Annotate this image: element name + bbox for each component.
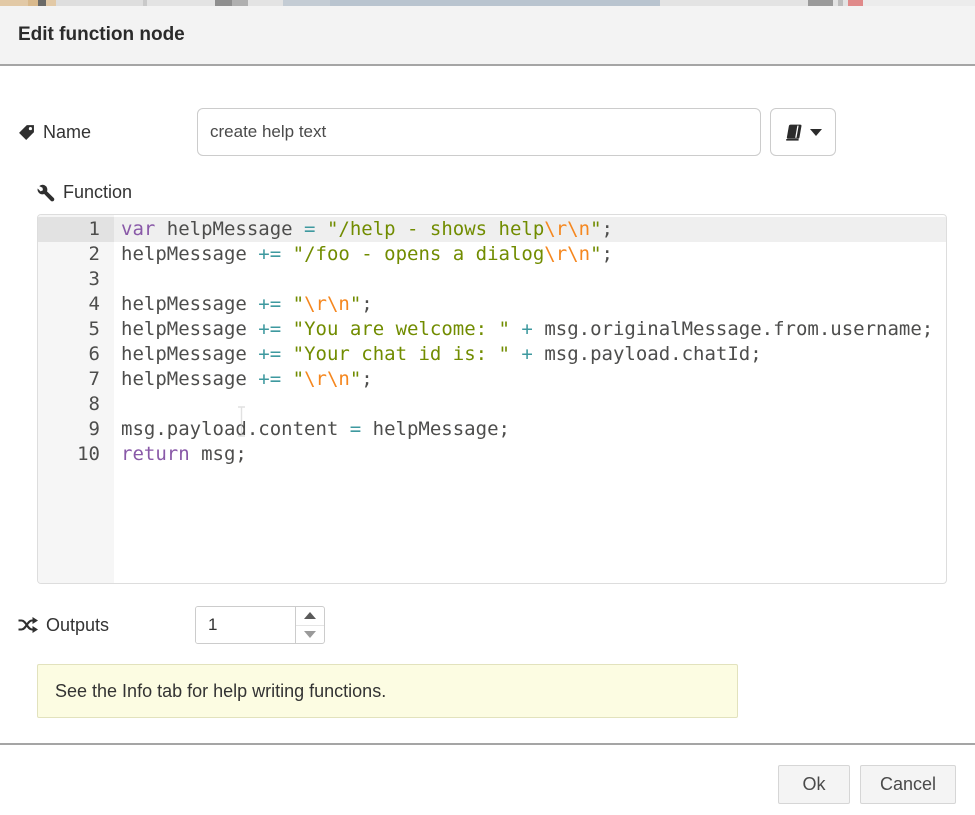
tag-icon — [18, 124, 35, 141]
gutter-line-number: 10 — [38, 442, 114, 467]
triangle-down-icon — [304, 631, 316, 638]
outputs-label-text: Outputs — [46, 615, 109, 636]
outputs-input[interactable] — [196, 607, 295, 643]
ok-button[interactable]: Ok — [778, 765, 850, 804]
shuffle-icon — [18, 617, 38, 633]
code-line: helpMessage += "\r\n"; — [114, 292, 946, 317]
outputs-spinner — [195, 606, 325, 644]
name-input[interactable] — [197, 108, 761, 156]
editor-gutter: 12345678910 — [38, 215, 114, 583]
name-row: Name — [18, 108, 957, 156]
code-line: return msg; — [114, 442, 946, 467]
function-label-text: Function — [63, 182, 132, 203]
caret-down-icon — [810, 129, 822, 136]
info-text: See the Info tab for help writing functi… — [55, 681, 386, 702]
gutter-line-number: 1 — [38, 217, 114, 242]
code-editor[interactable]: 12345678910 var helpMessage = "/help - s… — [37, 214, 947, 584]
book-icon — [784, 123, 803, 142]
triangle-up-icon — [304, 612, 316, 619]
text-cursor-pointer — [237, 406, 246, 437]
code-line: helpMessage += "/foo - opens a dialog\r\… — [114, 242, 946, 267]
gutter-line-number: 6 — [38, 342, 114, 367]
outputs-row: Outputs — [18, 606, 957, 644]
editor-code-area: var helpMessage = "/help - shows help\r\… — [114, 215, 946, 583]
code-line: helpMessage += "Your chat id is: " + msg… — [114, 342, 946, 367]
gutter-line-number: 4 — [38, 292, 114, 317]
gutter-line-number: 7 — [38, 367, 114, 392]
outputs-label: Outputs — [18, 615, 195, 636]
gutter-line-number: 9 — [38, 417, 114, 442]
gutter-line-number: 5 — [38, 317, 114, 342]
code-line: helpMessage += "\r\n"; — [114, 367, 946, 392]
spinner-down-button[interactable] — [296, 626, 324, 644]
gutter-line-number: 3 — [38, 267, 114, 292]
name-label-text: Name — [43, 122, 91, 143]
edit-function-node-dialog: Edit function node Name — [0, 6, 975, 815]
gutter-line-number: 2 — [38, 242, 114, 267]
wrench-icon — [37, 184, 55, 202]
dialog-header: Edit function node — [0, 6, 975, 66]
library-button[interactable] — [770, 108, 836, 156]
cancel-button[interactable]: Cancel — [860, 765, 956, 804]
code-line — [114, 267, 946, 292]
function-label: Function — [37, 182, 957, 203]
info-box: See the Info tab for help writing functi… — [37, 664, 738, 718]
gutter-line-number: 8 — [38, 392, 114, 417]
spinner-up-button[interactable] — [296, 607, 324, 626]
code-line: helpMessage += "You are welcome: " + msg… — [114, 317, 946, 342]
dialog-title: Edit function node — [18, 24, 185, 46]
code-line: var helpMessage = "/help - shows help\r\… — [114, 217, 946, 242]
name-label: Name — [18, 122, 197, 143]
footer: Ok Cancel — [0, 745, 975, 804]
spinner-buttons — [295, 607, 324, 643]
